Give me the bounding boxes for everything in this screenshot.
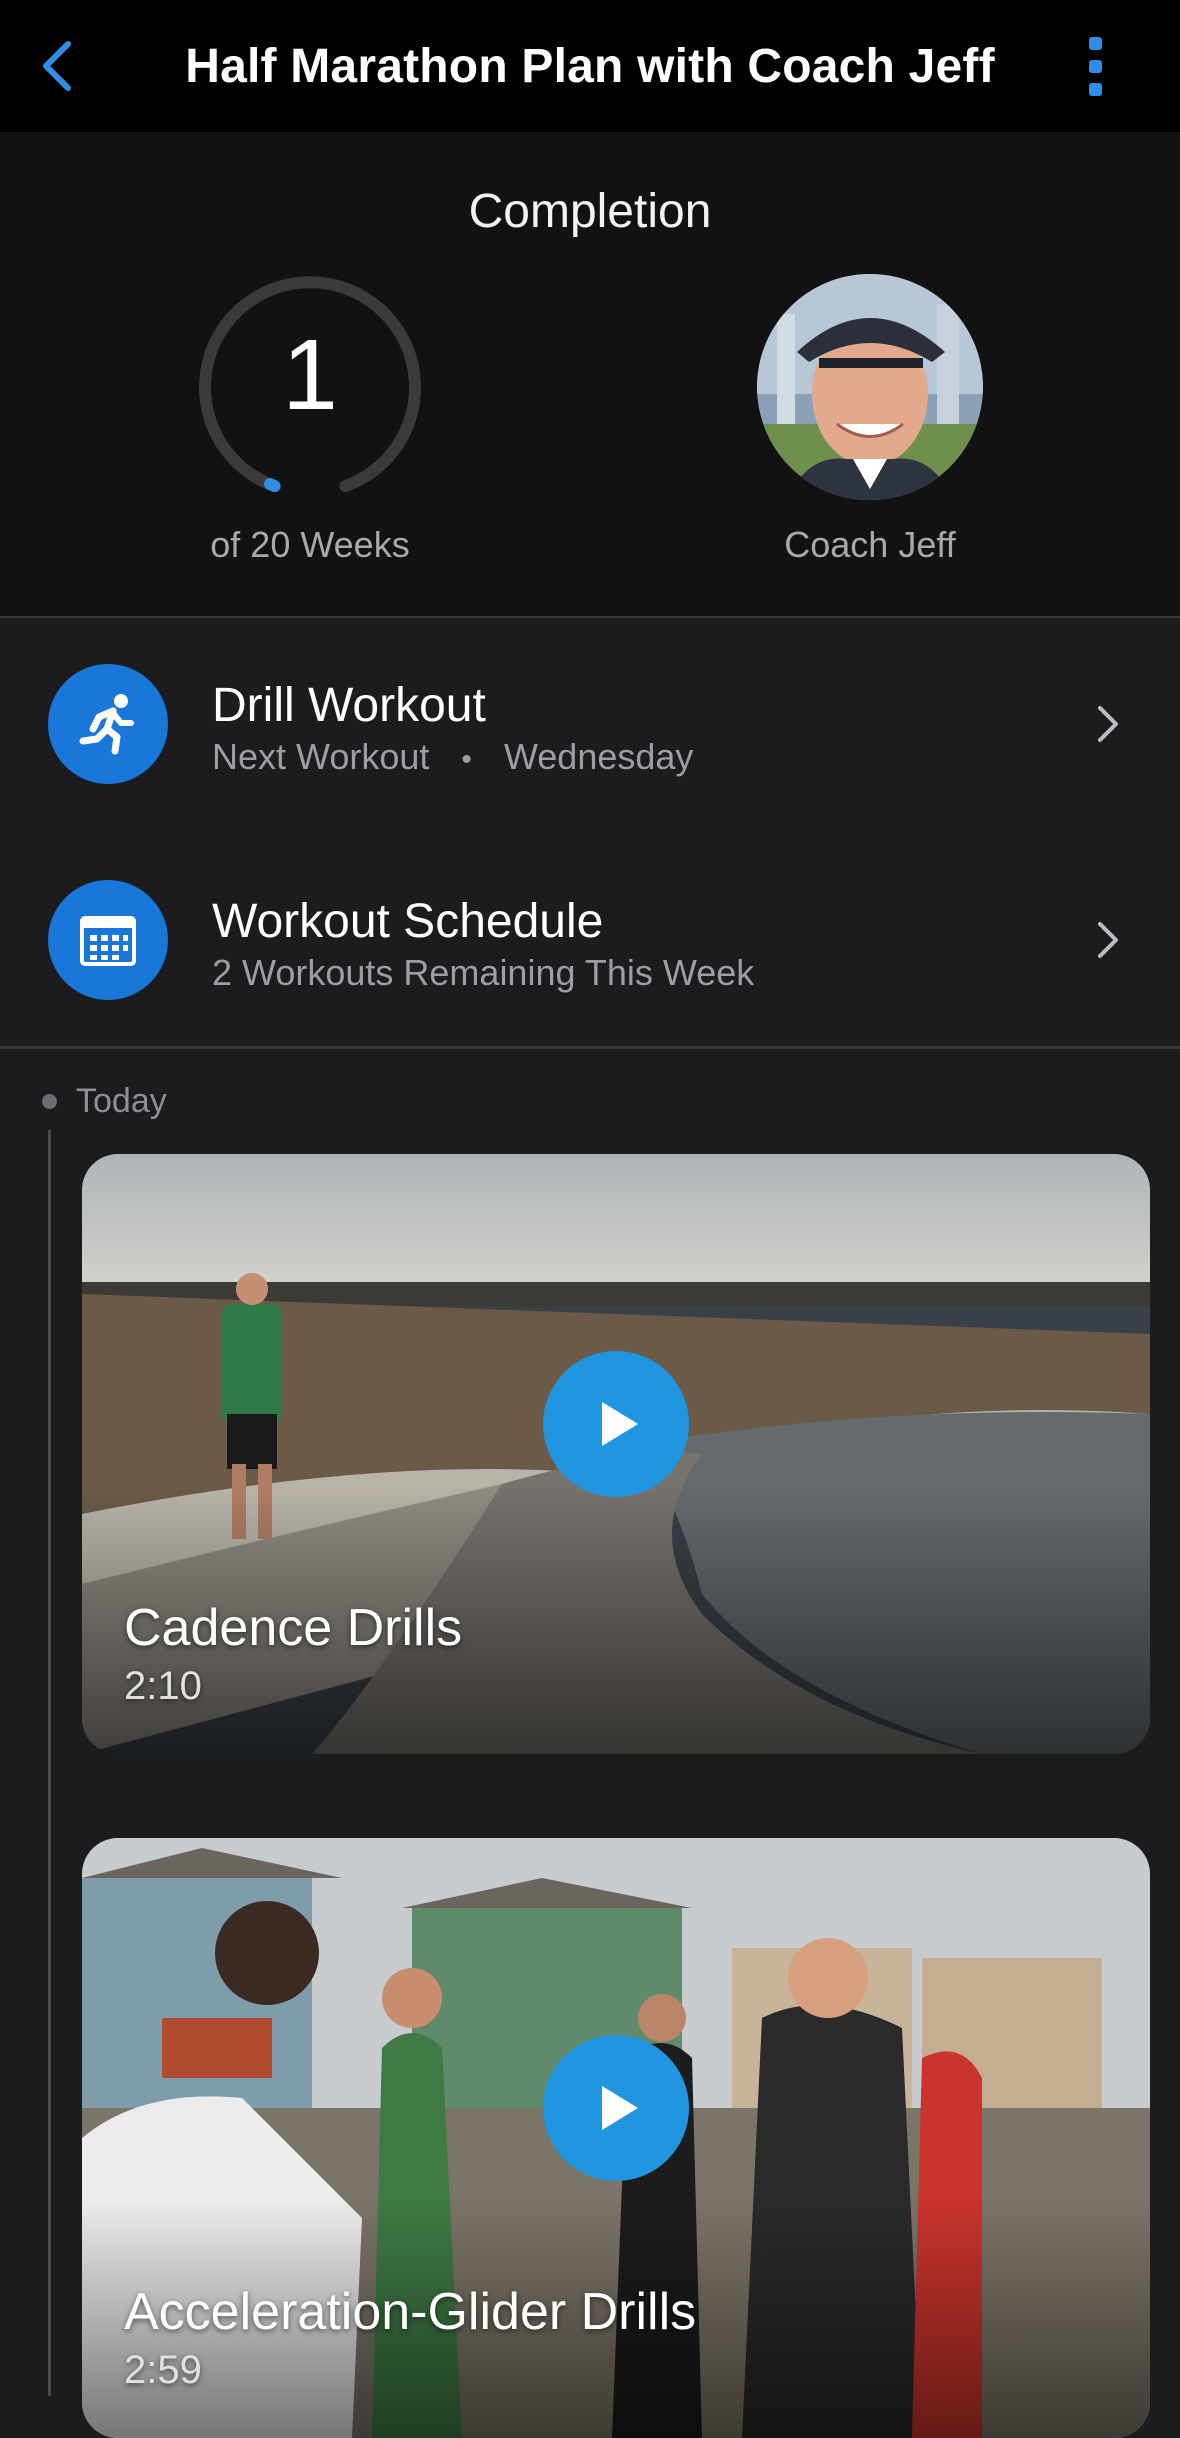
play-button[interactable]: [543, 2035, 689, 2181]
more-vertical-icon-dot: [1088, 59, 1102, 73]
timeline-line: [48, 1130, 51, 2396]
play-icon: [602, 1402, 638, 1446]
coach-avatar[interactable]: [757, 274, 983, 500]
back-button[interactable]: [28, 30, 88, 102]
video-card-cadence-drills[interactable]: Cadence Drills 2:10: [82, 1154, 1150, 1754]
chevron-right-icon: [1088, 694, 1128, 754]
calendar-icon: [48, 880, 168, 1000]
subtitle-right: Wednesday: [503, 736, 694, 777]
weeks-caption: of 20 Weeks: [210, 524, 410, 565]
workout-schedule-row[interactable]: Workout Schedule 2 Workouts Remaining Th…: [0, 842, 1180, 1042]
row-title: Drill Workout: [212, 679, 486, 732]
running-person-icon: [48, 664, 168, 784]
play-button[interactable]: [543, 1351, 689, 1497]
video-title: Acceleration-Glider Drills: [124, 2283, 697, 2341]
row-subtitle: 2 Workouts Remaining This Week: [212, 952, 755, 993]
more-vertical-icon: [1088, 36, 1102, 50]
timeline-dot: [42, 1094, 57, 1109]
video-title: Cadence Drills: [124, 1599, 463, 1657]
more-options-button[interactable]: [1070, 30, 1120, 102]
subtitle-separator: •: [461, 743, 472, 776]
video-card-acceleration-glider-drills[interactable]: Acceleration-Glider Drills 2:59: [82, 1838, 1150, 2438]
completion-heading: Completion: [468, 185, 712, 238]
chevron-left-icon: [43, 41, 71, 91]
top-bar: Half Marathon Plan with Coach Jeff: [0, 0, 1180, 132]
row-subtitle: Next Workout • Wednesday: [212, 736, 693, 778]
section-divider: [0, 1046, 1180, 1049]
page-title: Half Marathon Plan with Coach Jeff: [185, 39, 995, 93]
video-duration: 2:10: [124, 1664, 202, 1708]
coach-name: Coach Jeff: [784, 524, 956, 565]
progress-fill: [264, 478, 281, 493]
more-vertical-icon-dot: [1088, 82, 1102, 96]
row-title: Workout Schedule: [212, 895, 604, 948]
play-icon: [602, 2086, 638, 2130]
timeline-date-label: Today: [76, 1082, 167, 1120]
completion-section: Completion 1 of 20 Weeks Coach Jeff: [0, 132, 1180, 618]
video-duration: 2:59: [124, 2348, 202, 2392]
subtitle-left: Next Workout: [212, 736, 430, 777]
current-week-number: 1: [282, 319, 338, 431]
next-workout-row[interactable]: Drill Workout Next Workout • Wednesday: [0, 626, 1180, 826]
chevron-right-icon: [1088, 910, 1128, 970]
